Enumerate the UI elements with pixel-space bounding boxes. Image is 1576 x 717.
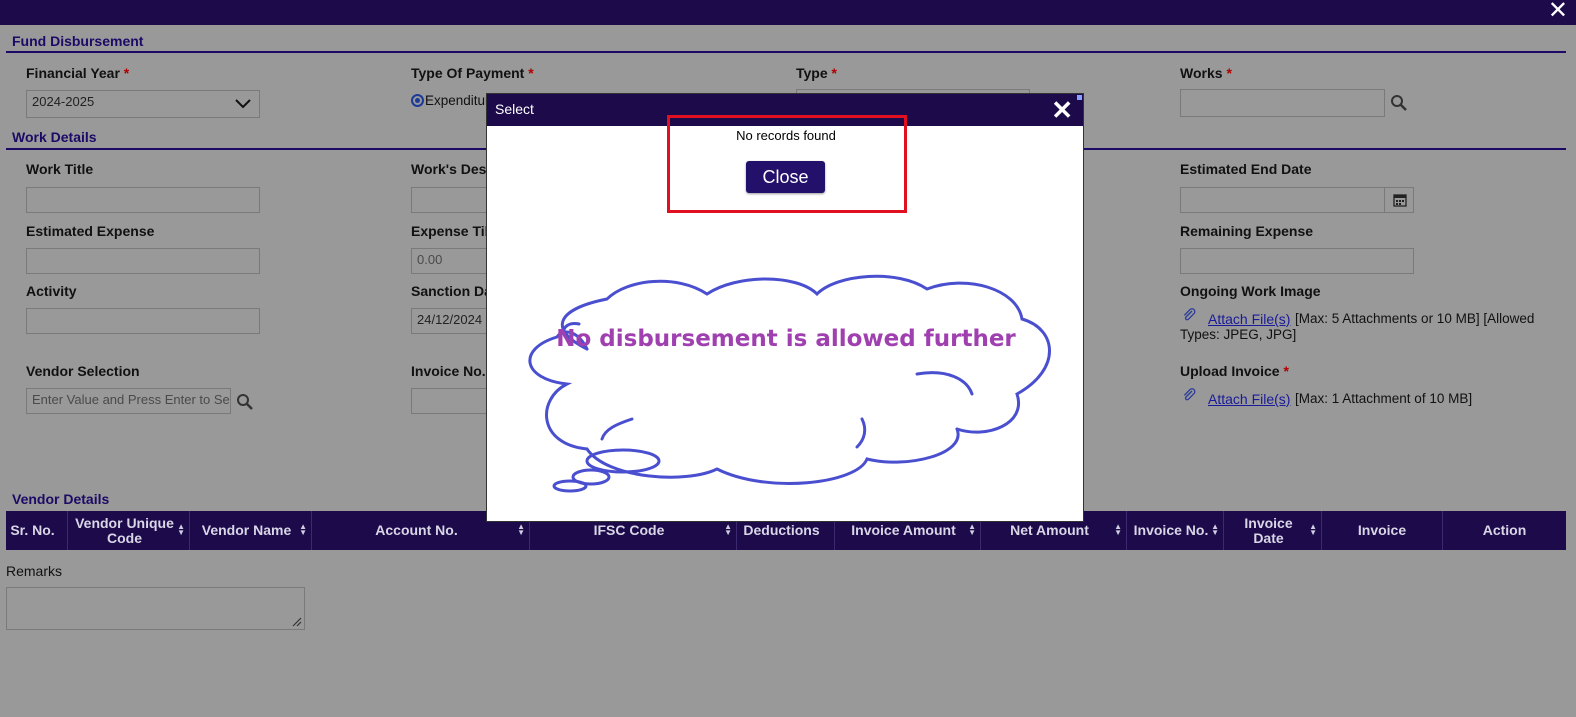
type-label: Type * <box>796 65 837 81</box>
column-vendor-unique-code[interactable]: Vendor Unique Code ▲ ▼ <box>68 511 190 550</box>
ongoing-work-attach-note: [Max: 5 Attachments or 10 MB] [Allowed <box>1295 311 1535 326</box>
activity-input[interactable] <box>26 308 260 334</box>
estimated-end-date-input[interactable] <box>1180 187 1414 213</box>
window-close-icon[interactable]: ✕ <box>1548 0 1568 23</box>
paperclip-icon <box>1183 308 1196 321</box>
financial-year-select[interactable]: 2024-2025 <box>26 90 260 118</box>
window-title-bar <box>0 0 1576 25</box>
sort-icon[interactable]: ▲ ▼ <box>177 523 185 537</box>
column-invoice-no[interactable]: Invoice No. ▲ ▼ <box>1127 511 1224 550</box>
remarks-textarea[interactable] <box>6 587 305 630</box>
section-title-vendor-details: Vendor Details <box>12 491 110 507</box>
section-title-work-details: Work Details <box>12 129 97 145</box>
upload-invoice-label: Upload Invoice * <box>1180 363 1289 379</box>
vendor-selection-label: Vendor Selection <box>26 363 140 379</box>
sort-icon[interactable]: ▲ ▼ <box>1211 523 1219 537</box>
chevron-down-icon <box>235 99 251 109</box>
sanction-date-input[interactable]: 24/12/2024 <box>411 308 491 334</box>
column-invoice-date[interactable]: Invoice Date ▲ ▼ <box>1224 511 1322 550</box>
financial-year-label: Financial Year * <box>26 65 130 81</box>
dialog-corner-marker <box>1077 95 1082 100</box>
column-action: Action <box>1482 522 1527 538</box>
invoice-no-label: Invoice No. <box>411 363 486 379</box>
dialog-close-icon[interactable]: ✕ <box>1051 97 1073 123</box>
column-sr-no: Sr. No. <box>6 511 68 550</box>
remaining-expense-label: Remaining Expense <box>1180 223 1314 239</box>
resize-grip-icon[interactable] <box>290 615 302 627</box>
expenditure-radio[interactable] <box>411 94 424 107</box>
ongoing-work-attach-link[interactable]: Attach File(s) <box>1208 311 1290 327</box>
sort-icon[interactable]: ▲ ▼ <box>724 523 732 537</box>
invoice-no-input[interactable] <box>411 388 491 414</box>
expense-till-date-input[interactable]: 0.00 <box>411 248 491 274</box>
vendor-search-input[interactable]: Enter Value and Press Enter to Search <box>26 388 231 414</box>
expense-till-date-label: Expense Till Date <box>411 223 486 239</box>
works-description-input[interactable] <box>411 187 491 213</box>
ongoing-work-attach-note-types: Types: JPEG, JPG] <box>1180 327 1297 342</box>
sort-icon[interactable]: ▲ ▼ <box>968 523 976 537</box>
dialog-title: Select <box>495 101 534 117</box>
calendar-button[interactable] <box>1384 187 1414 213</box>
works-input[interactable] <box>1180 89 1385 117</box>
column-vendor-name[interactable]: Vendor Name ▲ ▼ <box>190 511 312 550</box>
column-invoice: Invoice <box>1322 511 1443 550</box>
sort-icon[interactable]: ▲ ▼ <box>1114 523 1122 537</box>
ongoing-work-image-label: Ongoing Work Image <box>1180 283 1321 299</box>
vendor-search-icon[interactable] <box>236 393 254 411</box>
estimated-expense-input[interactable] <box>26 248 260 274</box>
expenditure-radio-label[interactable]: Expenditure <box>425 93 487 108</box>
activity-label: Activity <box>26 283 77 299</box>
select-dialog: Select ✕ No records found Close No disbu… <box>486 93 1084 522</box>
section-divider <box>6 51 1566 53</box>
sort-icon[interactable]: ▲ ▼ <box>299 523 307 537</box>
annotation-text: No disbursement is allowed further <box>556 326 1016 352</box>
works-label: Works * <box>1180 65 1232 81</box>
paperclip-icon <box>1183 388 1196 401</box>
thought-cloud-annotation <box>528 274 1051 493</box>
sort-icon[interactable]: ▲ ▼ <box>1309 523 1317 537</box>
estimated-expense-label: Estimated Expense <box>26 223 155 239</box>
remaining-expense-input[interactable] <box>1180 248 1414 274</box>
remarks-label: Remarks <box>6 563 63 579</box>
sanction-date-label: Sanction Date <box>411 283 486 299</box>
type-of-payment-label: Type Of Payment * <box>411 65 534 81</box>
highlight-box <box>667 115 907 213</box>
work-title-input[interactable] <box>26 187 260 213</box>
upload-invoice-note: [Max: 1 Attachment of 10 MB] <box>1295 391 1473 406</box>
estimated-end-date-label: Estimated End Date <box>1180 161 1312 177</box>
work-title-label: Work Title <box>26 161 94 177</box>
upload-invoice-attach-link[interactable]: Attach File(s) <box>1208 391 1290 407</box>
works-search-icon[interactable] <box>1390 94 1408 112</box>
works-description-label: Work's Description <box>411 161 486 177</box>
sort-icon[interactable]: ▲ ▼ <box>517 523 525 537</box>
calendar-icon <box>1393 194 1407 207</box>
section-title-fund-disbursement: Fund Disbursement <box>12 33 144 49</box>
